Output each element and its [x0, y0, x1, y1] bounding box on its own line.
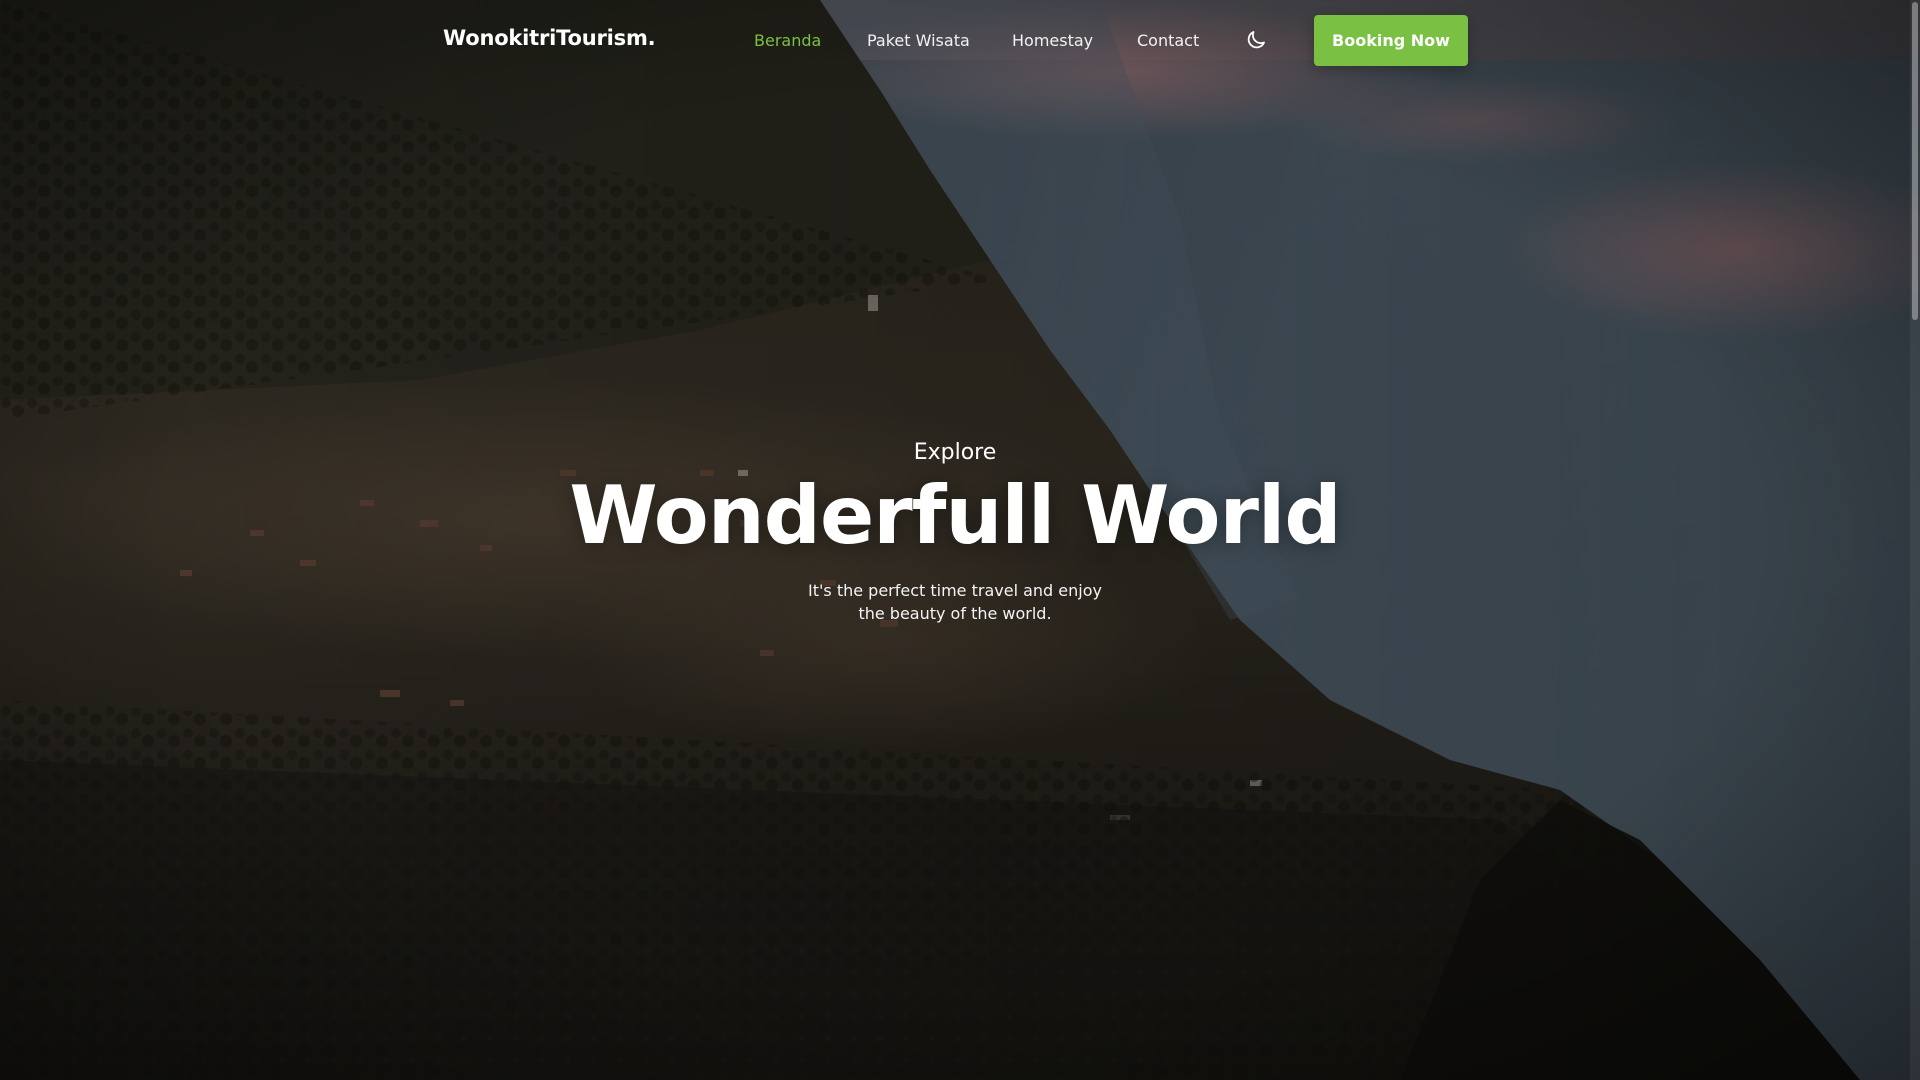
nav-link-beranda[interactable]: Beranda [754, 31, 821, 50]
nav-link-homestay[interactable]: Homestay [1012, 31, 1093, 50]
hero-content: Explore Wonderfull World It's the perfec… [0, 440, 1910, 625]
nav-link-contact[interactable]: Contact [1137, 31, 1199, 50]
page-scrollbar[interactable] [1910, 0, 1920, 1080]
scrollbar-thumb[interactable] [1912, 2, 1918, 320]
brand-logo[interactable]: WonokitriTourism. [443, 26, 656, 50]
hero-headline: Wonderfull World [569, 469, 1341, 562]
nav-link-paket-wisata[interactable]: Paket Wisata [867, 31, 970, 50]
hero-section: WonokitriTourism. Beranda Paket Wisata H… [0, 0, 1920, 1080]
hero-subtext: It's the perfect time travel and enjoy t… [808, 581, 1102, 624]
navbar: WonokitriTourism. Beranda Paket Wisata H… [0, 0, 1920, 82]
hero-eyebrow: Explore [913, 440, 997, 465]
booking-now-button[interactable]: Booking Now [1314, 15, 1468, 66]
moon-icon[interactable] [1244, 28, 1268, 52]
